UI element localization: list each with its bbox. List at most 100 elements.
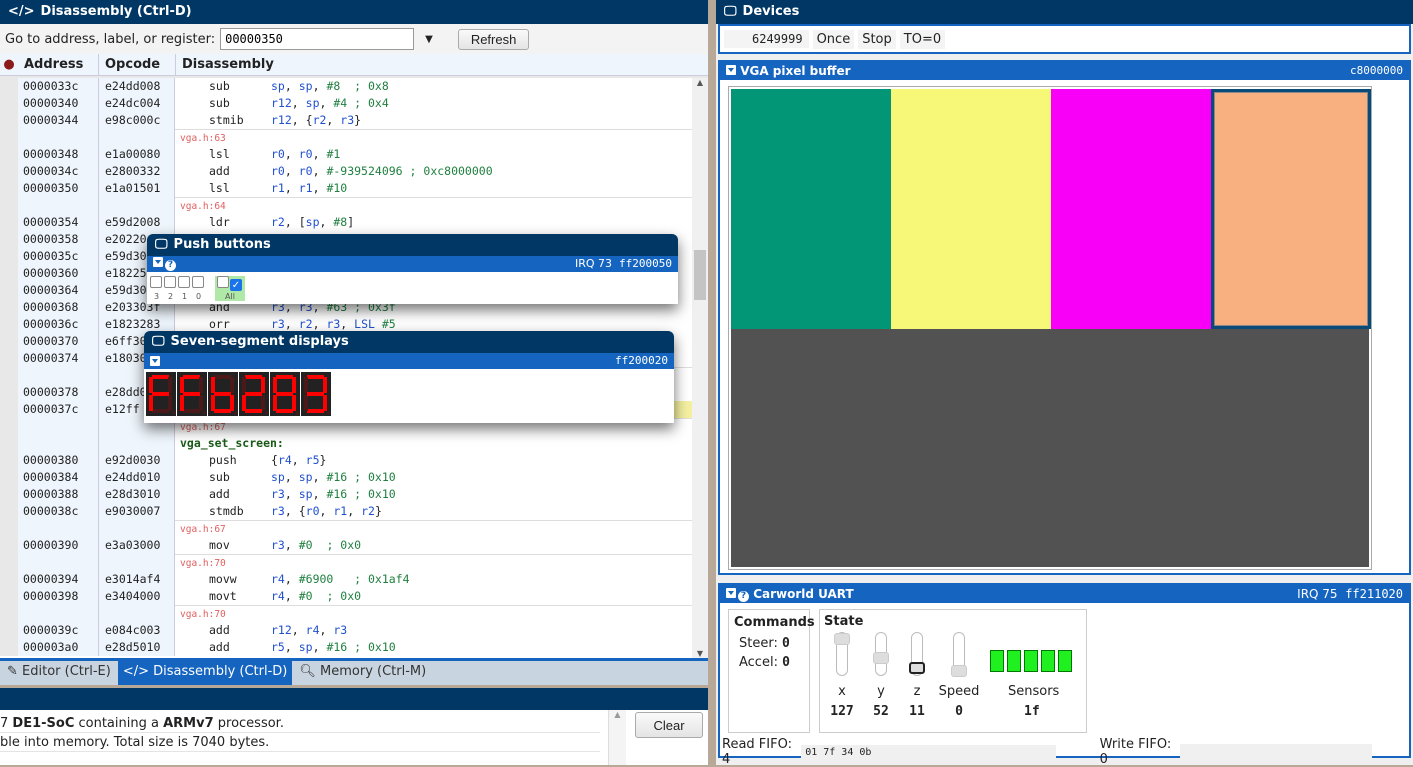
slider-knob[interactable] (951, 665, 967, 677)
breakpoint-gutter[interactable] (0, 129, 18, 146)
breakpoint-gutter[interactable] (0, 299, 18, 316)
breakpoint-gutter[interactable] (0, 78, 18, 95)
breakpoint-gutter[interactable] (0, 452, 18, 469)
disassembly-row[interactable]: 0000039c e084c003 add r12, r4, r3 (0, 622, 692, 639)
breakpoint-gutter[interactable] (0, 588, 18, 605)
breakpoint-gutter[interactable] (0, 214, 18, 231)
breakpoint-gutter[interactable] (0, 163, 18, 180)
state-box: State x 127 y 52 z 11 Speed 0 Sensors 1f (819, 609, 1087, 733)
collapse-icon[interactable] (726, 588, 736, 598)
breakpoint-gutter[interactable] (0, 197, 18, 214)
row-opcode: e28d5010 (98, 639, 175, 656)
state-slider-1[interactable] (873, 632, 889, 676)
scrollbar-thumb[interactable] (694, 250, 706, 300)
collapse-icon[interactable] (726, 65, 736, 75)
disassembly-row[interactable]: 00000344 e98c000c stmib r12, {r2, r3} (0, 112, 692, 129)
breakpoint-gutter[interactable] (0, 248, 18, 265)
push-button-1[interactable]: 1 (178, 276, 191, 301)
push-button-2[interactable]: 2 (164, 276, 177, 301)
breakpoint-gutter[interactable] (0, 401, 18, 418)
breakpoint-gutter[interactable] (0, 503, 18, 520)
disassembly-row[interactable]: 00000354 e59d2008 ldr r2, [sp, #8] (0, 214, 692, 231)
disassembly-row[interactable]: 0000038c e9030007 stmdb r3, {r0, r1, r2} (0, 503, 692, 520)
goto-input[interactable] (220, 28, 415, 50)
disassembly-row[interactable]: vga.h:70 (0, 605, 692, 622)
breakpoint-gutter[interactable] (0, 316, 18, 333)
state-slider-3[interactable] (951, 632, 967, 677)
once-button[interactable]: Once (812, 29, 855, 49)
disassembly-row[interactable]: 00000348 e1a00080 lsl r0, r0, #1 (0, 146, 692, 163)
disassembly-row[interactable]: vga.h:64 (0, 197, 692, 214)
disassembly-scrollbar[interactable]: ▲ ▼ (692, 78, 708, 658)
stop-button[interactable]: Stop (858, 29, 896, 49)
disassembly-row[interactable]: 00000394 e3014af4 movw r4, #6900 ; 0x1af4 (0, 571, 692, 588)
seven-seg-header[interactable]: 🖵 Seven-segment displays (144, 331, 674, 353)
tab-memory[interactable]: 🔍︎ Memory (Ctrl-M) (294, 661, 432, 685)
disassembly-row[interactable]: 00000388 e28d3010 add r3, sp, #16 ; 0x10 (0, 486, 692, 503)
slider-knob[interactable] (873, 652, 889, 664)
push-checkbox[interactable] (192, 276, 204, 288)
breakpoint-gutter[interactable] (0, 146, 18, 163)
disassembly-row[interactable]: 00000350 e1a01501 lsl r1, r1, #10 (0, 180, 692, 197)
breakpoint-gutter[interactable] (0, 418, 18, 435)
slider-label: x (838, 684, 846, 699)
breakpoint-gutter[interactable] (0, 231, 18, 248)
clear-button[interactable]: Clear (635, 712, 703, 738)
disassembly-row[interactable]: 0000033c e24dd008 sub sp, sp, #8 ; 0x8 (0, 78, 692, 95)
collapse-icon[interactable] (150, 356, 160, 366)
disassembly-row[interactable]: vga.h:70 (0, 554, 692, 571)
disassembly-row[interactable]: 00000398 e3404000 movt r4, #0 ; 0x0 (0, 588, 692, 605)
messages-scrollbar[interactable]: ▲ (608, 710, 626, 765)
state-slider-0[interactable] (834, 632, 850, 676)
disassembly-row[interactable]: 0000034c e2800332 add r0, r0, #-939524096 ;… (0, 163, 692, 180)
push-button-0[interactable]: 0 (192, 276, 205, 301)
help-icon[interactable]: ? (738, 591, 749, 602)
breakpoint-gutter[interactable] (0, 265, 18, 282)
disassembly-row[interactable]: 00000380 e92d0030 push {r4, r5} (0, 452, 692, 469)
breakpoint-gutter[interactable] (0, 282, 18, 299)
slider-knob[interactable] (834, 633, 850, 645)
breakpoint-gutter[interactable] (0, 350, 18, 367)
breakpoint-gutter[interactable] (0, 486, 18, 503)
row-opcode (98, 129, 175, 146)
breakpoint-gutter[interactable] (0, 554, 18, 571)
breakpoint-gutter[interactable] (0, 333, 18, 350)
help-icon[interactable]: ? (165, 260, 176, 271)
breakpoint-gutter[interactable] (0, 622, 18, 639)
push-buttons-header[interactable]: 🖵 Push buttons (147, 234, 678, 256)
all-checkbox-checked[interactable]: ✓ (230, 279, 242, 291)
breakpoint-gutter[interactable] (0, 384, 18, 401)
breakpoint-gutter[interactable] (0, 435, 18, 452)
breakpoint-gutter[interactable] (0, 180, 18, 197)
row-address: 00000398 (18, 588, 98, 605)
push-checkbox[interactable] (150, 276, 162, 288)
disassembly-row[interactable]: 00000340 e24dc004 sub r12, sp, #4 ; 0x4 (0, 95, 692, 112)
state-slider-2[interactable] (909, 632, 925, 676)
breakpoint-gutter[interactable] (0, 367, 18, 384)
all-checkbox[interactable] (217, 276, 229, 288)
breakpoint-gutter[interactable] (0, 520, 18, 537)
tab-disassembly[interactable]: </> Disassembly (Ctrl-D) (117, 661, 293, 685)
push-button-3[interactable]: 3 (150, 276, 163, 301)
row-address: 0000039c (18, 622, 98, 639)
goto-dropdown-icon[interactable]: ▼ (425, 34, 433, 45)
collapse-icon[interactable] (153, 257, 163, 267)
refresh-button[interactable]: Refresh (457, 28, 530, 50)
disassembly-row[interactable]: vga.h:67 (0, 520, 692, 537)
push-checkbox[interactable] (164, 276, 176, 288)
breakpoint-gutter[interactable] (0, 469, 18, 486)
disassembly-row[interactable]: vga.h:63 (0, 129, 692, 146)
breakpoint-gutter[interactable] (0, 95, 18, 112)
breakpoint-gutter[interactable] (0, 112, 18, 129)
disassembly-row[interactable]: vga_set_screen: (0, 435, 692, 452)
push-checkbox[interactable] (178, 276, 190, 288)
breakpoint-gutter[interactable] (0, 537, 18, 554)
disassembly-row[interactable]: 00000390 e3a03000 mov r3, #0 ; 0x0 (0, 537, 692, 554)
breakpoint-gutter[interactable] (0, 639, 18, 656)
disassembly-row[interactable]: 00000384 e24dd010 sub sp, sp, #16 ; 0x10 (0, 469, 692, 486)
tab-editor[interactable]: ✎ Editor (Ctrl-E) (2, 661, 116, 685)
slider-knob[interactable] (909, 662, 925, 674)
disassembly-row[interactable]: 000003a0 e28d5010 add r5, sp, #16 ; 0x10 (0, 639, 692, 656)
breakpoint-gutter[interactable] (0, 605, 18, 622)
breakpoint-gutter[interactable] (0, 571, 18, 588)
